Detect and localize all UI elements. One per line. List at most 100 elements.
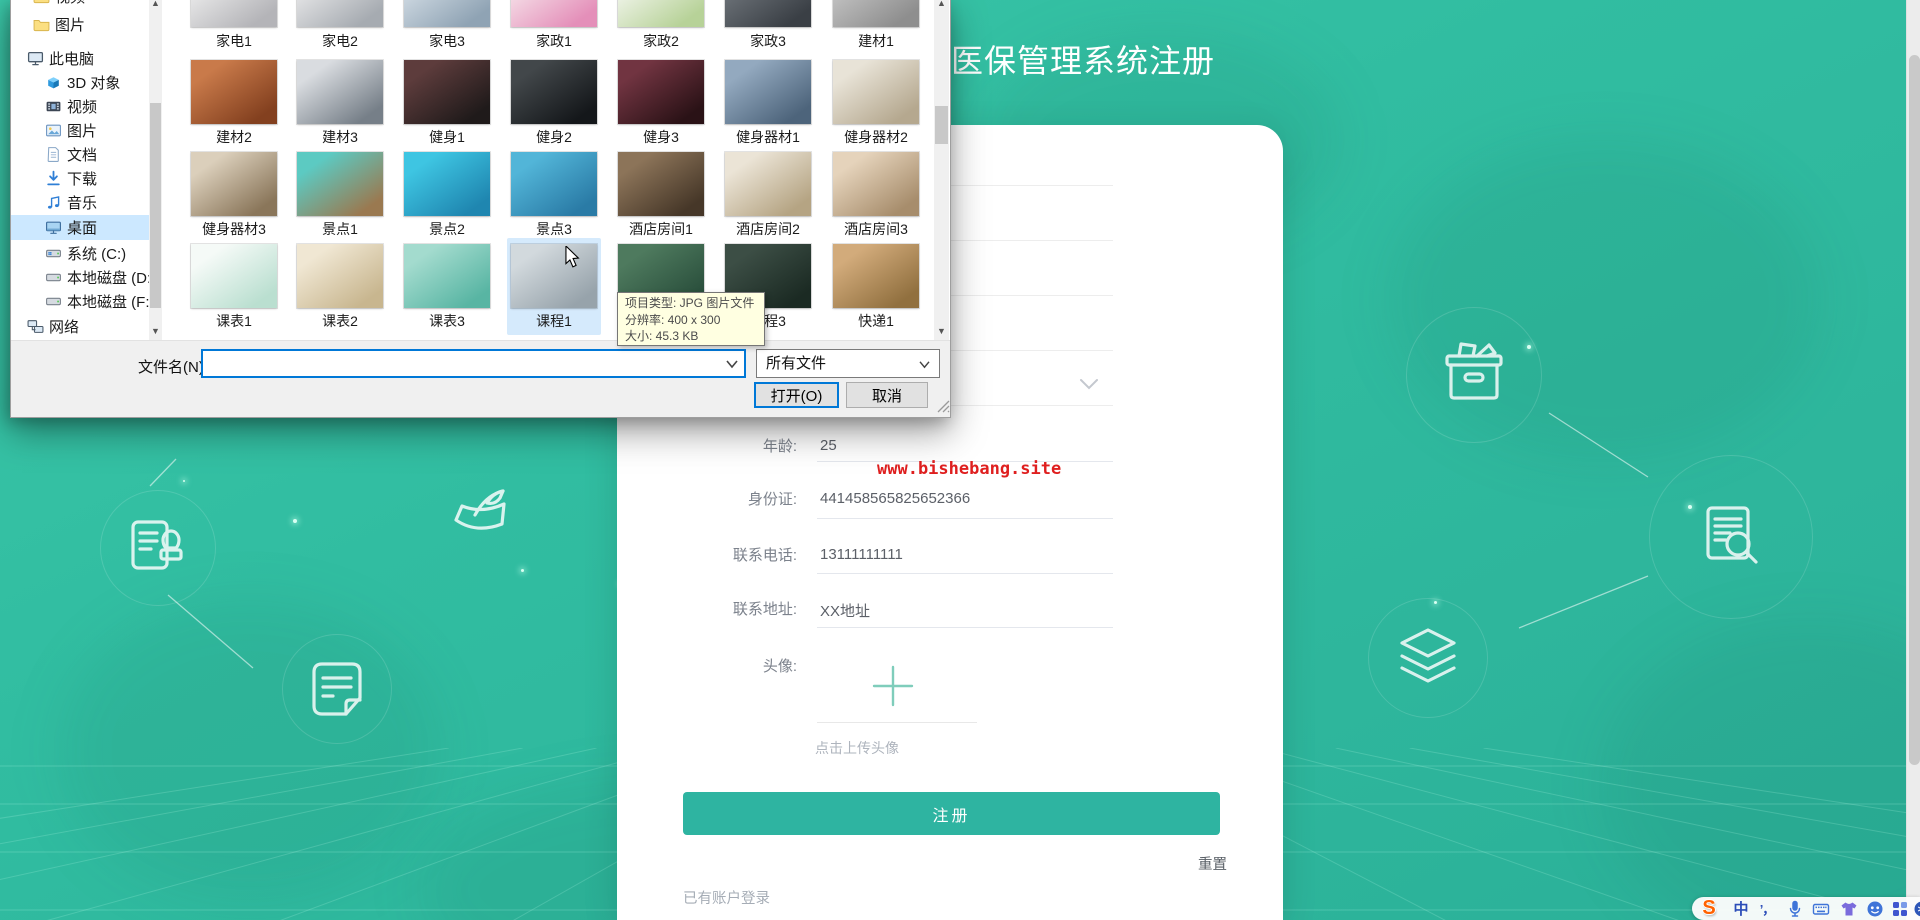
sidebar-item-network-13[interactable]: 网络 xyxy=(11,314,149,339)
file-label[interactable]: 景点3 xyxy=(502,219,606,239)
sidebar-item-picture-5[interactable]: 图片 xyxy=(11,118,149,143)
open-button[interactable]: 打开(O) xyxy=(754,382,839,408)
file-thumbnail[interactable] xyxy=(511,244,597,308)
file-thumbnail[interactable] xyxy=(833,152,919,216)
sidebar-item-folder-0[interactable]: 视频 xyxy=(11,0,149,9)
login-link[interactable]: 已有账户登录 xyxy=(683,887,770,908)
file-label[interactable]: 课表1 xyxy=(182,311,286,331)
file-label[interactable]: 家政2 xyxy=(609,31,713,51)
file-thumbnail[interactable] xyxy=(833,244,919,308)
file-label[interactable]: 酒店房间3 xyxy=(824,219,928,239)
ime-grid-icon[interactable] xyxy=(1889,898,1911,919)
sidebar-item-disk-11[interactable]: 本地磁盘 (D:) xyxy=(11,265,156,290)
ime-emoji-icon[interactable] xyxy=(1864,898,1886,919)
file-thumbnail[interactable] xyxy=(297,152,383,216)
ime-toolbox-icon[interactable] xyxy=(1911,898,1920,919)
file-thumbnail[interactable] xyxy=(725,0,811,27)
file-label[interactable]: 健身2 xyxy=(502,127,606,147)
file-thumbnail[interactable] xyxy=(191,60,277,124)
file-thumbnail[interactable] xyxy=(297,60,383,124)
sidebar-item-label: 视频 xyxy=(67,99,98,116)
avatar-upload-area[interactable] xyxy=(856,649,930,723)
file-label[interactable]: 景点1 xyxy=(288,219,392,239)
file-label[interactable]: 家政3 xyxy=(716,31,820,51)
file-thumbnail[interactable] xyxy=(511,60,597,124)
file-thumbnail[interactable] xyxy=(833,60,919,124)
file-label[interactable]: 建材2 xyxy=(182,127,286,147)
sidebar-scrollbar[interactable]: ▲ ▼ xyxy=(149,0,162,340)
filename-input[interactable] xyxy=(201,349,746,378)
sidebar-item-cube-3[interactable]: 3D 对象 xyxy=(11,70,149,95)
file-label[interactable]: 快递1 xyxy=(824,311,928,331)
file-thumbnail[interactable] xyxy=(725,152,811,216)
dialog-sidebar: 视频 图片 此电脑 3D 对象 视频 图片 文档 下载 音乐 桌面 系统 (C:… xyxy=(11,0,156,340)
resize-grip[interactable] xyxy=(937,400,950,413)
age-value[interactable]: 25 xyxy=(820,437,837,454)
file-label[interactable]: 课表3 xyxy=(395,311,499,331)
file-list-scrollbar[interactable]: ▲ ▼ xyxy=(934,0,949,340)
file-label[interactable]: 课表2 xyxy=(288,311,392,331)
address-value[interactable]: XX地址 xyxy=(820,600,870,621)
id-card-value[interactable]: 441458565825652366 xyxy=(820,490,970,507)
file-thumbnail[interactable] xyxy=(404,244,490,308)
file-label[interactable]: 健身器材2 xyxy=(824,127,928,147)
file-label[interactable]: 健身器材3 xyxy=(182,219,286,239)
file-label[interactable]: 建材3 xyxy=(288,127,392,147)
file-thumbnail[interactable] xyxy=(618,0,704,27)
file-thumbnail[interactable] xyxy=(725,60,811,124)
file-label[interactable]: 家政1 xyxy=(502,31,606,51)
phone-value[interactable]: 13111111111 xyxy=(820,546,903,563)
ime-skin-icon[interactable] xyxy=(1838,898,1860,919)
sidebar-item-label: 网络 xyxy=(49,319,80,336)
sidebar-item-disk-12[interactable]: 本地磁盘 (F:) xyxy=(11,289,155,314)
sidebar-item-desktop-9[interactable]: 桌面 xyxy=(11,215,149,240)
sidebar-item-download-7[interactable]: 下载 xyxy=(11,166,149,191)
ime-punctuation-toggle[interactable]: ’， xyxy=(1756,898,1778,919)
file-label[interactable]: 家电2 xyxy=(288,31,392,51)
file-thumbnail[interactable] xyxy=(297,0,383,27)
file-thumbnail[interactable] xyxy=(618,152,704,216)
sidebar-item-music-8[interactable]: 音乐 xyxy=(11,190,149,215)
sidebar-item-folder-1[interactable]: 图片 xyxy=(11,12,149,37)
file-label[interactable]: 课程1 xyxy=(502,311,606,331)
file-thumbnail[interactable] xyxy=(297,244,383,308)
file-label[interactable]: 家电1 xyxy=(182,31,286,51)
sidebar-item-computer-2[interactable]: 此电脑 xyxy=(11,46,149,71)
file-thumbnail[interactable] xyxy=(404,152,490,216)
plus-icon xyxy=(872,665,914,707)
file-label[interactable]: 景点2 xyxy=(395,219,499,239)
file-thumbnail[interactable] xyxy=(191,0,277,27)
ime-logo[interactable]: S xyxy=(1696,897,1722,919)
file-thumbnail[interactable] xyxy=(191,152,277,216)
chevron-down-icon[interactable] xyxy=(1079,377,1099,391)
filetype-select[interactable]: 所有文件 xyxy=(756,349,940,378)
file-thumbnail[interactable] xyxy=(833,0,919,27)
browser-scrollbar[interactable] xyxy=(1906,0,1920,920)
reset-link[interactable]: 重置 xyxy=(1157,853,1227,874)
file-thumbnail[interactable] xyxy=(511,0,597,27)
file-thumbnail[interactable] xyxy=(511,152,597,216)
chevron-down-icon[interactable] xyxy=(725,359,739,369)
page-title: 医保管理系统注册 xyxy=(951,43,1216,79)
file-label[interactable]: 家电3 xyxy=(395,31,499,51)
file-thumbnail[interactable] xyxy=(618,60,704,124)
file-label[interactable]: 酒店房间2 xyxy=(716,219,820,239)
register-button[interactable]: 注册 xyxy=(683,792,1220,835)
file-label[interactable]: 建材1 xyxy=(824,31,928,51)
file-label[interactable]: 酒店房间1 xyxy=(609,219,713,239)
sidebar-item-video-4[interactable]: 视频 xyxy=(11,94,149,119)
sidebar-item-document-6[interactable]: 文档 xyxy=(11,142,149,167)
sidebar-item-disk-os-10[interactable]: 系统 (C:) xyxy=(11,241,149,266)
file-label[interactable]: 健身3 xyxy=(609,127,713,147)
ime-lang-toggle[interactable]: 中 xyxy=(1730,898,1752,919)
file-label[interactable]: 健身1 xyxy=(395,127,499,147)
file-thumbnail[interactable] xyxy=(404,60,490,124)
file-thumbnail[interactable] xyxy=(191,244,277,308)
disk-icon xyxy=(46,273,61,282)
ime-keyboard-icon[interactable] xyxy=(1810,898,1832,919)
sidebar-item-label: 桌面 xyxy=(67,220,98,237)
file-thumbnail[interactable] xyxy=(404,0,490,27)
file-label[interactable]: 健身器材1 xyxy=(716,127,820,147)
cancel-button[interactable]: 取消 xyxy=(846,382,928,408)
ime-mic-icon[interactable] xyxy=(1784,898,1806,919)
